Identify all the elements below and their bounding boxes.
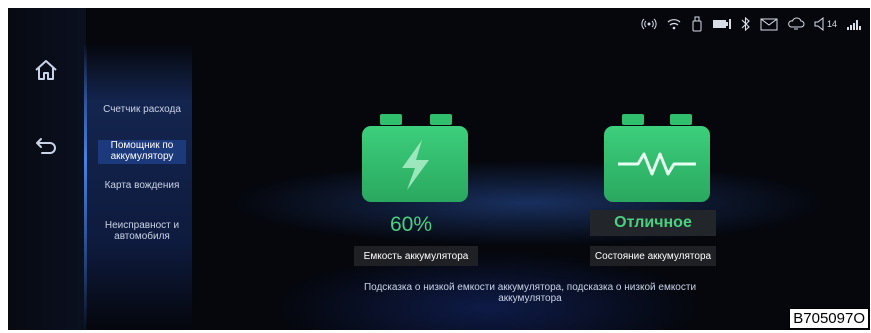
cloud-icon: [787, 17, 805, 31]
infotainment-screen: 14 Счетчик расхода Помощник по аккумулят…: [8, 8, 870, 330]
hotspot-icon: [641, 17, 657, 31]
wifi-icon: [666, 17, 682, 31]
bluetooth-icon: [741, 16, 751, 32]
health-battery-icon: [604, 114, 710, 204]
status-bar: 14: [641, 14, 862, 34]
capacity-battery-icon: [362, 114, 468, 204]
capacity-label: Емкость аккумулятора: [354, 246, 478, 266]
pulse-icon: [618, 152, 696, 176]
figure-code: B705097O: [789, 308, 869, 329]
low-capacity-hint: Подсказка о низкой емкости аккумулятора,…: [363, 282, 697, 304]
volume-icon: 14: [814, 17, 837, 31]
back-icon: [36, 138, 56, 154]
signal-icon: [846, 17, 862, 31]
health-value: Отличное: [590, 210, 716, 236]
menu-item-driving-map[interactable]: Карта вождения: [98, 180, 186, 204]
battery-status-icon: [712, 17, 732, 31]
home-button[interactable]: [30, 56, 62, 84]
lightning-icon: [402, 140, 429, 190]
menu-item-vehicle-faults[interactable]: Неисправност и автомобиля: [98, 220, 186, 244]
menu-item-consumption[interactable]: Счетчик расхода: [98, 104, 186, 128]
left-rail: [8, 8, 86, 330]
capacity-value: 60%: [390, 213, 433, 236]
menu-item-battery-assistant[interactable]: Помощник по аккумулятору: [98, 140, 186, 164]
volume-level: 14: [826, 19, 837, 29]
health-label: Состояние аккумулятора: [590, 246, 716, 266]
back-button[interactable]: [30, 132, 62, 160]
message-icon: [760, 17, 778, 31]
home-icon: [35, 60, 57, 80]
usb-icon: [691, 16, 703, 32]
side-menu: Счетчик расхода Помощник по аккумулятору…: [84, 44, 192, 330]
